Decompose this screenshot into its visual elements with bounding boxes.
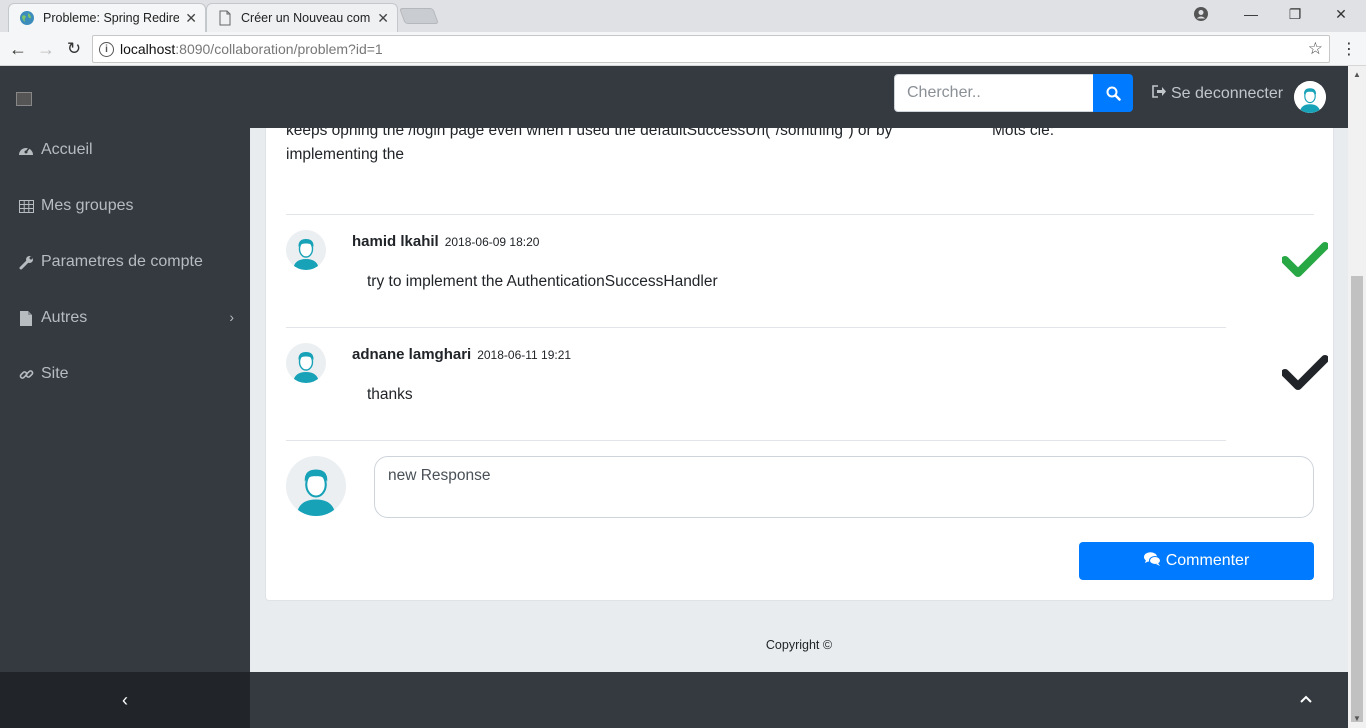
comment-header: hamid lkahil 2018-06-09 18:20: [352, 233, 539, 250]
page-scrollbar[interactable]: ▲ ▼: [1348, 66, 1366, 728]
wrench-icon: [18, 254, 34, 270]
sidebar: Accueil Mes groupes Parametres de compte…: [0, 66, 250, 728]
search-input[interactable]: [894, 74, 1094, 112]
minimize-icon[interactable]: —: [1228, 0, 1274, 28]
comment-item: adnane lamghari 2018-06-11 19:21 thanks: [286, 327, 1226, 440]
user-avatar-icon: [286, 230, 326, 270]
sidebar-item-site[interactable]: Site: [0, 352, 250, 396]
tab-close-icon[interactable]: ✕: [377, 10, 389, 27]
chevron-left-icon: ‹: [122, 689, 128, 710]
tab-title: Créer un Nouveau compt: [241, 11, 372, 25]
sidebar-item-label: Parametres de compte: [41, 253, 203, 270]
url-host: localhost: [120, 41, 176, 57]
close-window-icon[interactable]: ✕: [1318, 0, 1364, 28]
sidebar-item-accueil[interactable]: Accueil: [0, 128, 250, 172]
comment-author: hamid lkahil: [352, 233, 439, 250]
problem-card: keeps ophing the /login page even when I…: [265, 106, 1334, 601]
address-bar[interactable]: i localhost:8090/collaboration/problem?i…: [92, 35, 1330, 63]
forward-arrow-icon[interactable]: →: [34, 37, 58, 61]
comment-author: adnane lamghari: [352, 346, 472, 363]
divider: [286, 440, 1226, 441]
user-avatar[interactable]: [1294, 81, 1326, 113]
file-icon: [18, 310, 34, 326]
sidebar-item-parametres[interactable]: Parametres de compte: [0, 240, 250, 284]
user-avatar-icon: [1294, 81, 1326, 113]
user-avatar-icon: [286, 456, 346, 516]
comment-header: adnane lamghari 2018-06-11 19:21: [352, 346, 571, 363]
back-arrow-icon[interactable]: ←: [6, 37, 30, 61]
accept-check-icon[interactable]: [1282, 355, 1328, 391]
search-button[interactable]: [1093, 74, 1133, 112]
top-navbar: Se deconnecter: [250, 66, 1348, 128]
comment-item: hamid lkahil 2018-06-09 18:20 try to impl…: [286, 214, 1226, 327]
globe-icon: [20, 11, 34, 25]
browser-menu-icon[interactable]: ⋮: [1337, 37, 1361, 61]
url-path: :8090/collaboration/problem?id=1: [175, 41, 383, 57]
new-tab-button[interactable]: [399, 8, 439, 24]
browser-tabstrip: Probleme: Spring Redirec ✕ Créer un Nouv…: [0, 0, 1366, 32]
page-icon: [219, 10, 231, 26]
sidebar-item-label: Autres: [41, 309, 88, 326]
sidebar-collapse-button[interactable]: ‹: [0, 672, 250, 728]
comment-date: 2018-06-11 19:21: [477, 348, 572, 362]
page: Accueil Mes groupes Parametres de compte…: [0, 66, 1366, 728]
sidebar-item-label: Mes groupes: [41, 197, 134, 214]
question-text-line: implementing the: [286, 146, 405, 163]
bottom-bar: [250, 672, 1348, 728]
comment-date: 2018-06-09 18:20: [444, 235, 540, 249]
dashboard-icon: [18, 142, 34, 158]
user-avatar-icon: [286, 343, 326, 383]
current-user-avatar: [286, 456, 346, 516]
footer: Copyright ©: [250, 617, 1348, 672]
sidebar-item-label: Site: [41, 365, 69, 382]
tab-title: Probleme: Spring Redirec: [43, 11, 180, 25]
site-info-icon[interactable]: i: [99, 41, 114, 57]
sidebar-item-label: Accueil: [41, 141, 93, 158]
commenter-avatar: [286, 230, 326, 270]
accepted-check-icon[interactable]: [1282, 242, 1328, 278]
sidebar-item-autres[interactable]: Autres ›: [0, 296, 250, 340]
response-textarea[interactable]: new Response: [374, 456, 1314, 518]
table-icon: [18, 198, 34, 214]
scroll-down-arrow-icon[interactable]: ▼: [1353, 714, 1361, 723]
browser-tab-active[interactable]: Probleme: Spring Redirec ✕: [8, 3, 206, 32]
profile-icon[interactable]: [1178, 0, 1224, 28]
comment-text: thanks: [367, 386, 413, 403]
scroll-up-arrow-icon[interactable]: ▲: [1353, 70, 1361, 79]
commenter-avatar: [286, 343, 326, 383]
bookmark-star-icon[interactable]: ☆: [1308, 39, 1323, 59]
sidebar-item-mes-groupes[interactable]: Mes groupes: [0, 184, 250, 228]
comment-text: try to implement the AuthenticationSucce…: [367, 273, 718, 290]
search-icon: [1106, 86, 1121, 101]
copyright-text: Copyright ©: [765, 637, 833, 652]
comments-icon: [1143, 551, 1161, 571]
scrollbar-thumb[interactable]: [1351, 276, 1363, 722]
browser-toolbar: ← → ↻ i localhost:8090/collaboration/pro…: [0, 32, 1366, 66]
scroll-to-top-icon[interactable]: [1300, 690, 1312, 708]
logout-label: Se deconnecter: [1171, 85, 1284, 102]
reload-icon[interactable]: ↻: [62, 37, 86, 61]
chevron-right-icon: ›: [229, 309, 234, 325]
sign-out-icon: [1152, 85, 1167, 103]
tab-close-icon[interactable]: ✕: [185, 10, 197, 27]
comment-submit-button[interactable]: Commenter: [1079, 542, 1314, 580]
browser-tab[interactable]: Créer un Nouveau compt ✕: [206, 3, 398, 32]
comment-submit-label: Commenter: [1165, 552, 1250, 569]
logout-link[interactable]: Se deconnecter: [1152, 85, 1283, 103]
restore-icon[interactable]: ❐: [1272, 0, 1318, 28]
link-icon: [18, 366, 34, 382]
brand-logo[interactable]: [16, 92, 32, 106]
